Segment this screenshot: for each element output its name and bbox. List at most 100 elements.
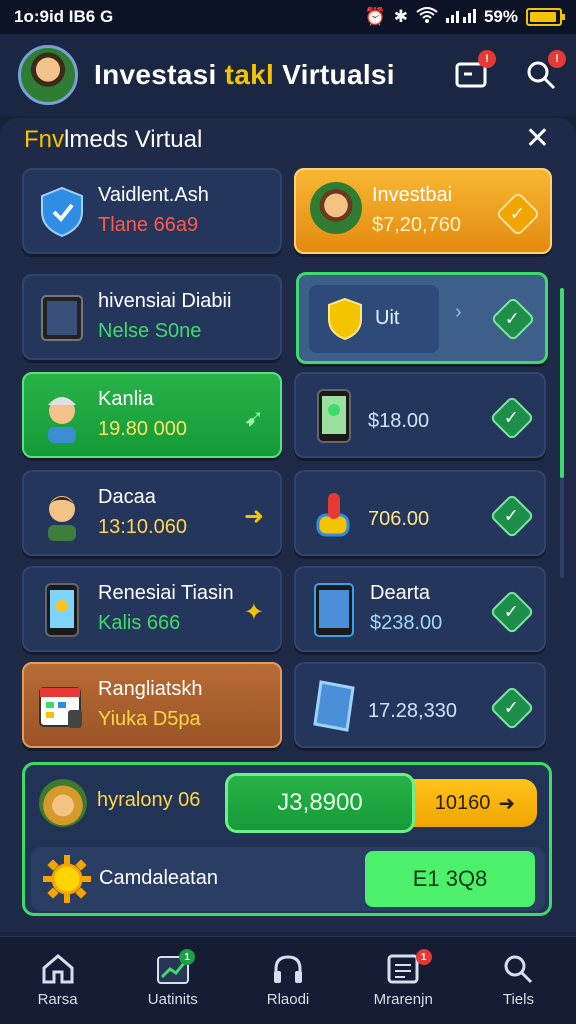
investment-card[interactable]: Renesiai Tiasin Kalis 666 ✦	[22, 566, 282, 652]
investment-card[interactable]: $18.00 ✓	[294, 372, 546, 458]
nav-badge: 1	[415, 949, 432, 965]
investment-card-selected[interactable]: Uit › ✓	[296, 272, 548, 364]
status-bar: 1o:9id IB6 G ⏰ ✱ 59%	[0, 0, 576, 34]
scrollbar[interactable]	[560, 288, 564, 578]
investment-card[interactable]: 706.00 ✓	[294, 470, 546, 556]
nav-label: Rlaodi	[266, 991, 310, 1008]
investment-card[interactable]: 17.28,330 ✓	[294, 662, 546, 748]
arrow-right-icon[interactable]: ➜	[244, 502, 264, 531]
scrollbar-thumb[interactable]	[560, 288, 564, 478]
summary-label: hyralony 06	[97, 789, 201, 811]
tablet-icon	[38, 290, 86, 346]
investment-card-featured[interactable]: Investbai $7,20,760 ✓	[294, 168, 552, 254]
signal-icon	[445, 7, 476, 28]
investments-panel: Fnvlmeds Virtual ✕ Vaidlent.Ash Tlane 66…	[0, 118, 576, 932]
card-title: Dearta	[370, 582, 431, 604]
investment-card[interactable]: hivensiai Diabii Nelse S0ne	[22, 274, 282, 360]
nav-badge: 1	[179, 949, 196, 965]
sparkle-icon[interactable]: ✦	[244, 598, 264, 627]
investment-card[interactable]: Dearta $238.00 ✓	[294, 566, 546, 652]
thumbs-up-icon	[310, 486, 358, 542]
card-amount: 17.28,330	[368, 700, 457, 722]
app-header: Investasi takl Virtualsi ! !	[0, 34, 576, 116]
search-icon	[504, 955, 533, 984]
confirm-button[interactable]: E1 3Q8	[365, 851, 535, 907]
card-amount: 706.00	[368, 508, 430, 530]
investment-card[interactable]: Vaidlent.Ash Tlane 66a9	[22, 168, 282, 254]
smartphone-icon	[310, 388, 358, 444]
card-amount: Kalis 666	[98, 612, 181, 634]
nav-item-messages[interactable]: 1 Mrarenjn	[346, 937, 461, 1024]
nav-item-tools[interactable]: Tiels	[461, 937, 576, 1024]
nav-label: Uatinits	[147, 991, 198, 1008]
unit-label: Uit	[375, 307, 400, 329]
check-icon[interactable]: ✓	[495, 191, 541, 237]
tablet-icon	[310, 582, 358, 638]
notification-button[interactable]: !	[454, 50, 496, 92]
card-amount: 13:10.060	[98, 516, 187, 538]
investor-avatar-icon	[310, 182, 362, 234]
status-icons: ⏰ ✱ 59%	[364, 6, 565, 28]
profile-avatar[interactable]	[18, 45, 78, 105]
shield-icon	[38, 184, 86, 240]
investment-card[interactable]: Dacaa 13:10.060 ➜	[22, 470, 282, 556]
arrow-right-icon: ➜	[498, 792, 516, 815]
alarm-icon: ⏰	[364, 7, 386, 26]
wifi-icon	[416, 6, 438, 28]
card-title: Kanlia	[98, 388, 154, 410]
card-amount: $18.00	[368, 410, 430, 432]
yellow-button-label: 10160	[434, 791, 491, 814]
summary-row: Camdaleatan E1 3Q8	[31, 847, 545, 911]
phone-icon	[38, 582, 86, 638]
check-icon[interactable]: ✓	[489, 493, 535, 539]
investment-card[interactable]: Rangliatskh Yiuka D5pa	[22, 662, 282, 748]
nav-label: Rarsa	[37, 991, 78, 1008]
check-icon[interactable]: ✓	[489, 589, 535, 635]
expand-arrow-icon[interactable]: ➹	[244, 404, 264, 433]
card-amount: Yiuka D5pa	[98, 708, 201, 730]
worker-avatar-icon	[38, 388, 86, 444]
check-icon[interactable]: ✓	[489, 685, 535, 731]
card-title: hivensiai Diabii	[98, 290, 232, 312]
card-title: Rangliatskh	[98, 678, 203, 700]
yellow-action-button[interactable]: 10160 ➜	[413, 779, 537, 827]
nav-item-radio[interactable]: Rlaodi	[230, 937, 345, 1024]
card-title: Investbai	[372, 184, 453, 206]
nav-item-units[interactable]: 1 Uatinits	[115, 937, 230, 1024]
close-button[interactable]: ✕	[525, 124, 550, 154]
total-value-display[interactable]: J3,8900	[225, 773, 415, 833]
gold-shield-icon	[328, 297, 362, 341]
status-time: 1o:9id IB6 G	[14, 7, 114, 26]
battery-icon	[526, 8, 565, 26]
home-icon	[42, 954, 74, 984]
card-title: Dacaa	[98, 486, 156, 508]
bottom-navigation: Rarsa 1 Uatinits Rlaodi 1 Mrarenjn Tiels	[0, 936, 576, 1024]
notification-badge: !	[478, 50, 496, 68]
panel-title: Fnvlmeds Virtual	[24, 126, 203, 153]
nav-label: Mrarenjn	[373, 991, 433, 1008]
check-icon[interactable]: ✓	[490, 296, 536, 342]
card-title: Renesiai Tiasin	[98, 582, 234, 604]
man-avatar-icon	[38, 486, 86, 542]
sun-gear-icon	[43, 855, 91, 903]
search-button[interactable]: !	[524, 50, 566, 92]
nav-item-home[interactable]: Rarsa	[0, 937, 115, 1024]
calendar-icon	[38, 678, 86, 734]
search-badge: !	[548, 50, 566, 68]
investment-card[interactable]: Kanlia 19.80 000 ➹	[22, 372, 282, 458]
card-amount: $7,20,760	[372, 214, 461, 236]
tablet-angled-icon	[310, 678, 358, 734]
summary-box: hyralony 06 10160 ➜ J3,8900 Camdaleatan …	[22, 762, 552, 916]
explorer-avatar-icon	[39, 779, 87, 827]
chevron-right-icon: ›	[455, 301, 462, 323]
nav-label: Tiels	[502, 991, 534, 1008]
check-icon[interactable]: ✓	[489, 395, 535, 441]
battery-percent: 59%	[483, 7, 518, 26]
card-title: Vaidlent.Ash	[98, 184, 209, 206]
card-amount: $238.00	[370, 612, 443, 634]
card-amount: 19.80 000	[98, 418, 187, 440]
unit-chip[interactable]: Uit	[309, 285, 439, 353]
card-amount: Nelse S0ne	[98, 320, 202, 342]
card-amount: Tlane 66a9	[98, 214, 199, 236]
bluetooth-icon: ✱	[393, 7, 408, 26]
